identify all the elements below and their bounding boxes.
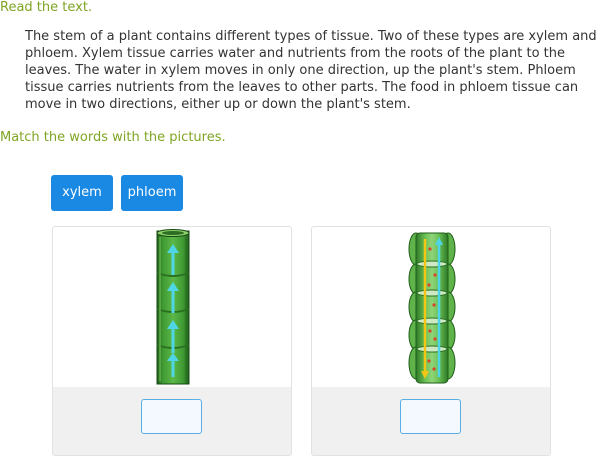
word-tile-xylem[interactable]: xylem [51, 175, 113, 211]
activity-page: Read the text. The stem of a plant conta… [0, 0, 600, 459]
answer-drop-target-2[interactable] [400, 399, 461, 434]
card-footer [53, 387, 291, 455]
match-card-phloem [311, 226, 551, 456]
card-footer [312, 387, 550, 455]
match-card-xylem [52, 226, 292, 456]
answer-drop-target-1[interactable] [141, 399, 202, 434]
reading-passage: The stem of a plant contains different t… [25, 29, 597, 112]
phloem-tube-illustration [312, 227, 550, 387]
word-tile-phloem[interactable]: phloem [121, 175, 183, 211]
read-instruction: Read the text. [0, 0, 93, 15]
xylem-tube-illustration [53, 227, 291, 387]
match-instruction: Match the words with the pictures. [0, 130, 226, 145]
